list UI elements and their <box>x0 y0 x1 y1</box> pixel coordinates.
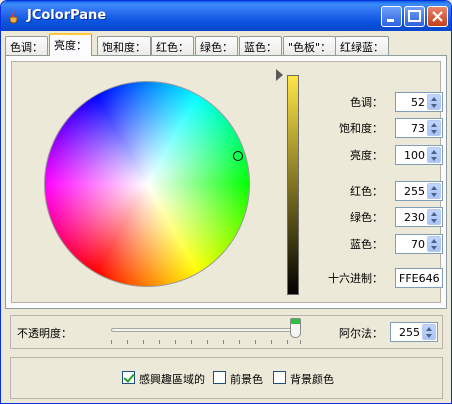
red-value[interactable]: 255 <box>404 185 425 198</box>
color-pane-window: JColorPane 色调： 亮度： 饱和度： 红色： 绿色： 蓝色： "色板"… <box>0 0 452 404</box>
hex-label: 十六进制： <box>328 272 383 285</box>
background-label[interactable]: 背景颜色 <box>290 371 334 387</box>
spinner-arrows-icon[interactable] <box>427 94 441 110</box>
opacity-label: 不透明度： <box>17 327 72 340</box>
tab-swatches[interactable]: "色板"： <box>283 36 337 55</box>
spinner-arrows-icon[interactable] <box>427 183 441 199</box>
opacity-slider-track[interactable] <box>111 328 301 332</box>
color-wheel-marker[interactable] <box>233 151 243 161</box>
slider-tick <box>255 340 256 344</box>
spinner-arrows-icon[interactable] <box>422 324 436 340</box>
alpha-value[interactable]: 255 <box>399 326 420 339</box>
slider-tick <box>143 340 144 344</box>
brightness-pointer-icon[interactable] <box>276 69 283 81</box>
java-cup-icon <box>9 9 18 24</box>
foreground-label[interactable]: 前景色 <box>230 371 263 387</box>
brightness-slider[interactable] <box>287 75 299 295</box>
slider-tick <box>239 340 240 344</box>
close-icon <box>432 11 443 22</box>
alpha-spinner[interactable]: 255 <box>390 322 438 342</box>
hue-spinner[interactable]: 52 <box>395 92 443 112</box>
title-bar: JColorPane <box>1 1 451 31</box>
minimize-button[interactable] <box>381 6 402 27</box>
spinner-arrows-icon[interactable] <box>427 209 441 225</box>
brightness-tab-panel: 色调： 52 饱和度： 73 亮度： 100 红色： 255 绿色： 230 蓝… <box>5 55 447 309</box>
region-of-interest-checkbox[interactable] <box>122 371 135 384</box>
tab-red[interactable]: 红色： <box>151 36 194 55</box>
green-label: 绿色： <box>350 211 383 224</box>
opacity-panel: 不透明度： 阿尔法： 255 <box>10 315 443 349</box>
alpha-label: 阿尔法： <box>339 327 383 340</box>
window-title: JColorPane <box>27 8 107 23</box>
tab-brightness[interactable]: 亮度： <box>49 33 92 56</box>
region-of-interest-label[interactable]: 感興趣區域的 <box>139 371 205 387</box>
options-panel: 感興趣區域的 前景色 背景颜色 <box>10 357 443 399</box>
opacity-slider-thumb[interactable] <box>290 318 301 338</box>
blue-spinner[interactable]: 70 <box>395 234 443 254</box>
brightness-label: 亮度： <box>350 149 383 162</box>
tab-blue[interactable]: 蓝色： <box>239 36 282 55</box>
tab-green[interactable]: 绿色： <box>195 36 238 55</box>
foreground-checkbox[interactable] <box>213 371 226 384</box>
green-value[interactable]: 230 <box>404 211 425 224</box>
minimize-icon <box>387 19 394 22</box>
tab-strip: 色调： 亮度： 饱和度： 红色： 绿色： 蓝色： "色板"： 红绿蓝： <box>5 33 449 56</box>
close-button[interactable] <box>427 6 448 27</box>
tab-saturation[interactable]: 饱和度： <box>97 36 151 55</box>
slider-tick <box>175 340 176 344</box>
slider-tick <box>159 340 160 344</box>
hue-label: 色调： <box>350 96 383 109</box>
saturation-label: 饱和度： <box>339 122 383 135</box>
slider-tick <box>300 340 301 344</box>
blue-value[interactable]: 70 <box>411 238 425 251</box>
tab-hue[interactable]: 色调： <box>5 36 48 55</box>
slider-tick <box>223 340 224 344</box>
color-chooser-panel: 色调： 52 饱和度： 73 亮度： 100 红色： 255 绿色： 230 蓝… <box>11 61 443 303</box>
spinner-arrows-icon[interactable] <box>427 236 441 252</box>
slider-tick <box>191 340 192 344</box>
red-spinner[interactable]: 255 <box>395 181 443 201</box>
red-label: 红色： <box>350 185 383 198</box>
saturation-spinner[interactable]: 73 <box>395 118 443 138</box>
maximize-button[interactable] <box>404 6 425 27</box>
green-spinner[interactable]: 230 <box>395 207 443 227</box>
saturation-value[interactable]: 73 <box>411 122 425 135</box>
slider-tick <box>111 340 112 344</box>
background-checkbox[interactable] <box>273 371 286 384</box>
tab-rgb[interactable]: 红绿蓝： <box>335 36 389 55</box>
hex-field[interactable]: FFE646 <box>395 268 443 288</box>
slider-tick <box>287 340 288 344</box>
color-wheel[interactable] <box>44 81 250 287</box>
slider-tick <box>271 340 272 344</box>
spinner-arrows-icon[interactable] <box>427 147 441 163</box>
brightness-spinner[interactable]: 100 <box>395 145 443 165</box>
hue-value[interactable]: 52 <box>411 96 425 109</box>
maximize-icon <box>408 10 421 22</box>
slider-tick <box>127 340 128 344</box>
blue-label: 蓝色： <box>350 238 383 251</box>
brightness-value[interactable]: 100 <box>404 149 425 162</box>
spinner-arrows-icon[interactable] <box>427 120 441 136</box>
slider-tick <box>207 340 208 344</box>
